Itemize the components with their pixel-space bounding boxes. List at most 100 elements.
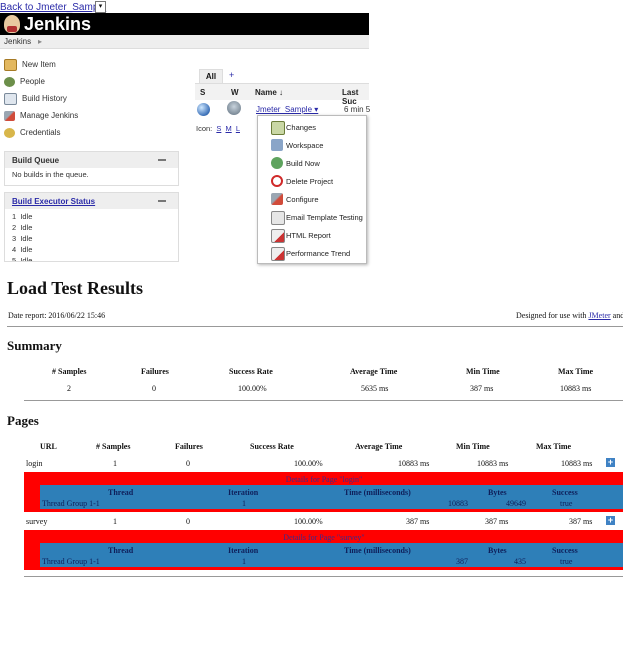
jobs-table-header: S W Name ↓ Last Suc	[195, 83, 369, 106]
report-title: Load Test Results	[7, 278, 144, 298]
details-header-success: Success	[552, 546, 578, 555]
menu-label: Changes	[286, 123, 317, 132]
menu-item-changes[interactable]: Changes	[258, 119, 366, 135]
icon-size-small[interactable]: S	[216, 124, 221, 133]
performance-trend-icon	[271, 247, 285, 261]
back-to-project-link[interactable]: Back to Jmeter_Sample	[0, 2, 106, 13]
configure-icon	[271, 193, 283, 205]
report-date: Date report: 2016/06/22 15:46	[8, 311, 106, 320]
page-failures: 0	[186, 459, 190, 468]
build-history-icon	[4, 93, 17, 105]
expand-details-icon[interactable]: +	[606, 516, 615, 525]
build-queue-title[interactable]: Build Queue	[12, 156, 59, 165]
build-queue-header: Build Queue	[5, 152, 178, 168]
menu-item-workspace[interactable]: Workspace	[258, 137, 366, 153]
pages-header-success-rate: Success Rate	[250, 442, 294, 451]
summary-failures: 0	[152, 384, 156, 393]
summary-header-failures: Failures	[141, 367, 169, 376]
job-link[interactable]: Jmeter_Sample ▾	[256, 105, 318, 114]
col-status[interactable]: S	[200, 88, 205, 97]
col-weather[interactable]: W	[231, 88, 239, 97]
breadcrumb-jenkins[interactable]: Jenkins	[4, 37, 31, 46]
menu-item-configure[interactable]: Configure	[258, 191, 366, 207]
task-people[interactable]: People	[4, 76, 45, 88]
build-executor-title[interactable]: Build Executor Status	[12, 197, 95, 206]
page-url: survey	[26, 517, 48, 526]
icon-size-large[interactable]: L	[236, 124, 240, 133]
col-name[interactable]: Name ↓	[255, 88, 283, 97]
details-iteration: 1	[242, 557, 246, 566]
summary-samples: 2	[67, 384, 71, 393]
pages-header-failures: Failures	[175, 442, 203, 451]
executor-list: 1 Idle 2 Idle 3 Idle 4 Idle 5 Idle	[5, 209, 178, 262]
executor-state: Idle	[20, 256, 33, 262]
menu-item-build-now[interactable]: Build Now	[258, 155, 366, 171]
executor-number: 2	[12, 223, 17, 232]
page-average-time: 10883 ms	[398, 459, 430, 468]
job-last-success: 6 min 5	[344, 105, 371, 114]
back-link-dropdown-button[interactable]: ▾	[95, 1, 106, 13]
build-status-ball-icon	[197, 103, 210, 116]
page-url: login	[26, 459, 43, 468]
icon-size-medium[interactable]: M	[225, 124, 231, 133]
summary-header-min-time: Min Time	[466, 367, 500, 376]
menu-label: Build Now	[286, 159, 320, 168]
summary-header-average-time: Average Time	[350, 367, 398, 376]
summary-max-time: 10883 ms	[560, 384, 592, 393]
executor-row: 2 Idle	[12, 222, 171, 233]
collapse-icon[interactable]	[158, 159, 166, 161]
col-last-success[interactable]: Last Suc	[342, 88, 369, 106]
task-manage-jenkins[interactable]: Manage Jenkins	[4, 110, 78, 122]
menu-item-performance-trend[interactable]: Performance Trend	[258, 245, 366, 261]
details-header-bytes: Bytes	[488, 546, 507, 555]
pages-header-average-time: Average Time	[355, 442, 403, 451]
tab-all[interactable]: All	[199, 69, 223, 84]
details-thread: Thread Group 1-1	[42, 499, 100, 508]
task-build-history[interactable]: Build History	[4, 93, 67, 105]
summary-min-time: 387 ms	[470, 384, 494, 393]
page-samples: 1	[113, 517, 117, 526]
details-success: true	[560, 557, 573, 566]
breadcrumb-separator-icon[interactable]: ▸	[38, 37, 42, 46]
folder-icon	[271, 139, 283, 151]
executor-number: 5	[12, 256, 17, 262]
summary-header-samples: # Samples	[52, 367, 87, 376]
weather-cloud-icon	[227, 101, 241, 115]
build-now-icon	[271, 157, 283, 169]
collapse-icon[interactable]	[158, 200, 166, 202]
menu-label: Performance Trend	[286, 249, 351, 258]
details-table: Thread Iteration Time (milliseconds) Byt…	[40, 543, 623, 567]
page-average-time: 387 ms	[406, 517, 430, 526]
build-executor-panel: Build Executor Status 1 Idle 2 Idle 3 Id…	[4, 192, 179, 262]
details-title: Details for Page "login"	[285, 475, 363, 484]
pages-header-min-time: Min Time	[456, 442, 490, 451]
menu-item-delete-project[interactable]: Delete Project	[258, 173, 366, 189]
jenkins-title[interactable]: Jenkins	[24, 13, 91, 35]
designed-prefix: Designed for use with	[516, 311, 589, 320]
add-view-tab[interactable]: +	[229, 70, 234, 80]
details-time: 387	[456, 557, 468, 566]
jmeter-link[interactable]: JMeter	[588, 311, 610, 320]
details-header-iteration: Iteration	[228, 546, 259, 555]
divider	[7, 326, 623, 327]
delete-icon	[271, 175, 283, 187]
details-time: 10883	[448, 499, 468, 508]
expand-details-icon[interactable]: +	[606, 458, 615, 467]
details-header-success: Success	[552, 488, 578, 497]
task-label: People	[20, 77, 45, 86]
menu-label: Workspace	[286, 141, 324, 150]
jenkins-logo-icon[interactable]	[4, 15, 20, 33]
menu-item-html-report[interactable]: HTML Report	[258, 227, 366, 243]
build-queue-empty-text: No builds in the queue.	[12, 170, 89, 179]
summary-average-time: 5635 ms	[361, 384, 389, 393]
manage-jenkins-icon	[4, 110, 15, 121]
breadcrumb: Jenkins ▸	[0, 35, 369, 49]
details-header-thread: Thread	[108, 488, 134, 497]
executor-row: 5 Idle	[12, 255, 171, 262]
menu-item-email-template[interactable]: Email Template Testing	[258, 209, 366, 225]
pages-header-url: URL	[40, 442, 57, 451]
page-min-time: 10883 ms	[477, 459, 509, 468]
task-new-item[interactable]: New Item	[4, 59, 56, 71]
summary-success-rate: 100.00%	[238, 384, 267, 393]
task-credentials[interactable]: Credentials	[4, 127, 60, 139]
